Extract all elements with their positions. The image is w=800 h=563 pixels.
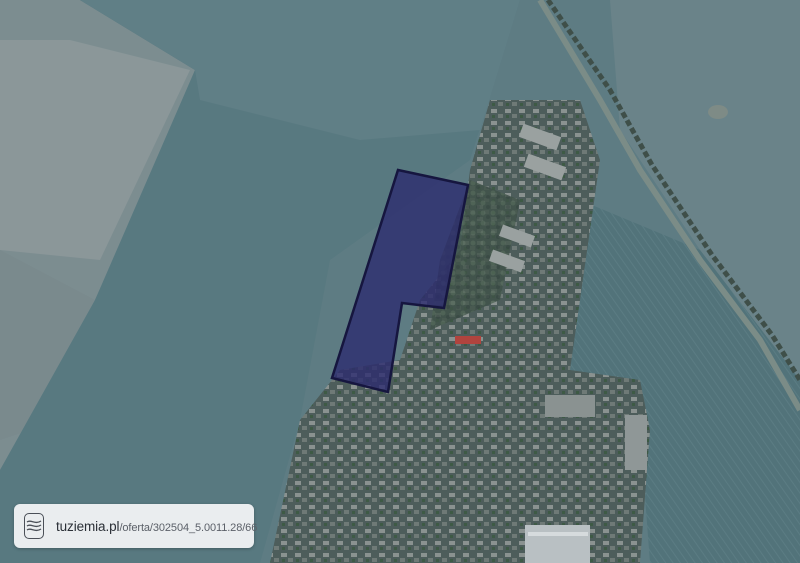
attribution-badge[interactable]: tuziemia.pl/oferta/302504_5.0011.28/66 bbox=[14, 504, 257, 548]
greenhouse bbox=[525, 525, 590, 563]
industrial-hall-2 bbox=[545, 395, 595, 417]
satellite-map[interactable] bbox=[0, 0, 800, 563]
farm-patch bbox=[708, 105, 728, 119]
industrial-hall-1 bbox=[625, 415, 647, 470]
red-roof bbox=[455, 336, 481, 344]
listing-path: /oferta/302504_5.0011.28/66 bbox=[119, 521, 258, 534]
attribution-link[interactable]: tuziemia.pl/oferta/302504_5.0011.28/66 bbox=[56, 519, 257, 534]
site-name: tuziemia.pl bbox=[56, 518, 120, 534]
greenhouse-roof-lines bbox=[528, 532, 588, 536]
contour-lines-icon bbox=[24, 513, 44, 539]
